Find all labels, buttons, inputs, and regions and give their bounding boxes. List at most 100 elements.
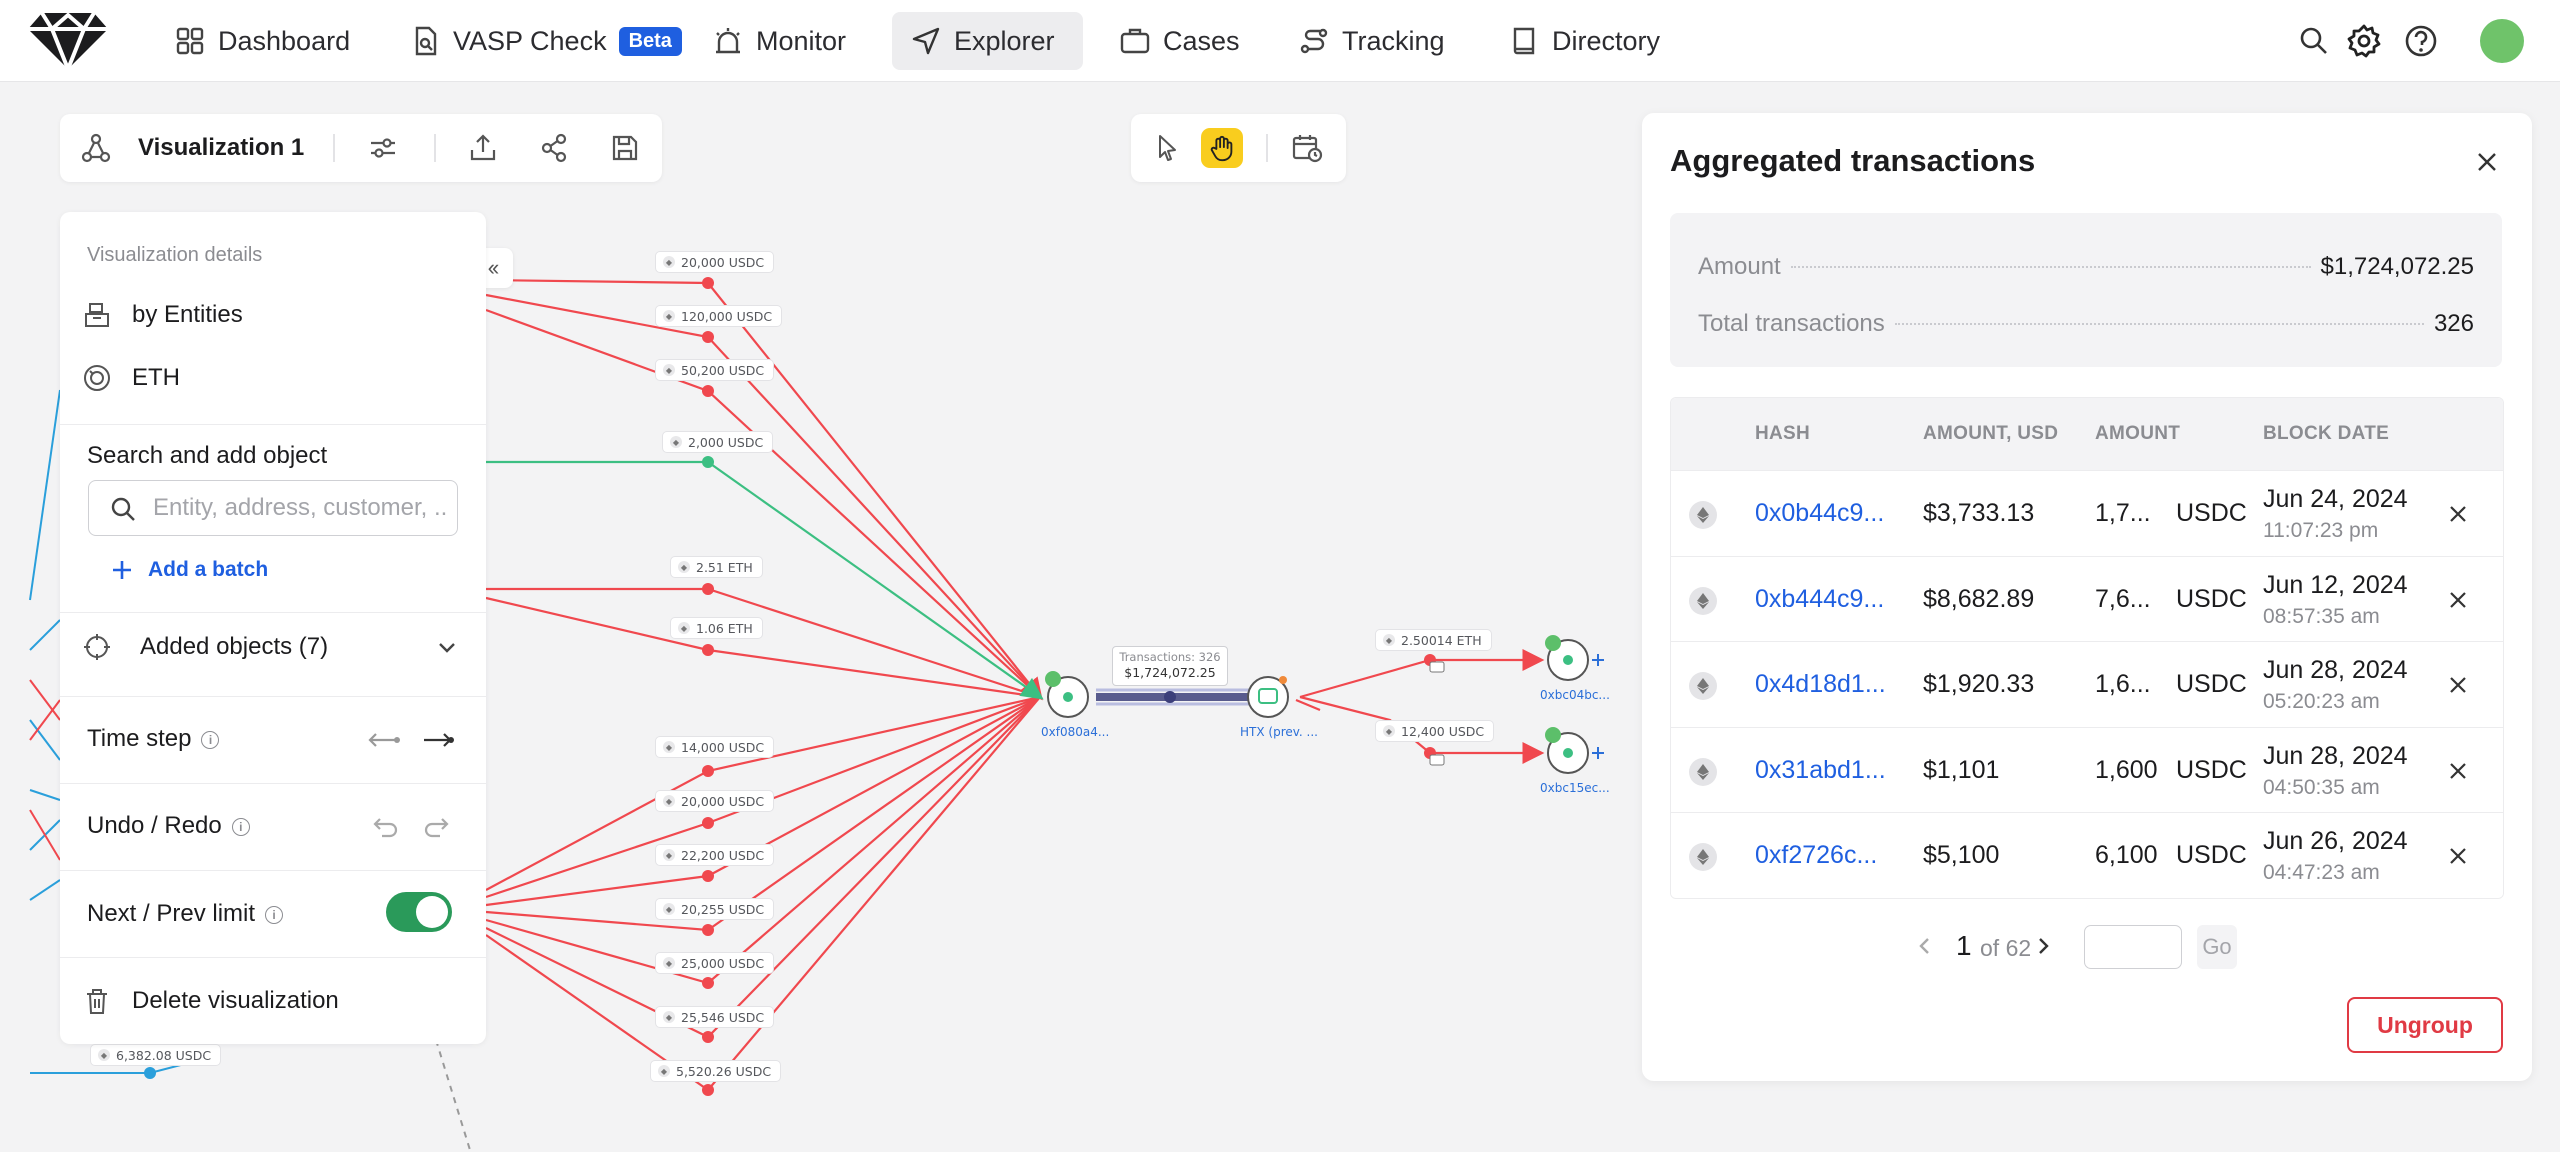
table-row[interactable]: 0xb444c9... $8,682.89 7,6... USDC Jun 12, 20… [1671,555,2503,641]
pointer-icon[interactable] [1151,132,1183,164]
save-icon[interactable] [609,132,641,164]
table-row[interactable]: 0x4d18d1... $1,920.33 1,6... USDC Jun 28, 20… [1671,641,2503,727]
tx-hash-link[interactable]: 0x0b44c9... [1755,499,1884,528]
edge-label[interactable]: ◆ 12,400 USDC [1375,720,1495,742]
column-hash[interactable]: HASH [1755,423,1810,445]
filter-icon[interactable] [367,132,399,164]
edge-label[interactable]: ◆ 20,255 USDC [655,898,775,920]
visualization-title[interactable]: Visualization 1 [138,134,304,162]
edge-label[interactable]: ◆ 1.06 ETH [670,617,763,639]
visualization-details-panel: Visualization details by Entities ETH Se… [60,212,486,1044]
edge-label[interactable]: ◆ 120,000 USDC [655,305,783,327]
edge-label[interactable]: ◆ 2,000 USDC [662,431,774,453]
hand-tool-button[interactable] [1201,128,1243,168]
table-row[interactable]: 0xf2726c... $5,100 6,100 USDC Jun 26, 2024 04… [1671,812,2503,898]
delete-visualization-button[interactable]: Delete visualization [82,986,339,1016]
close-icon[interactable] [2445,843,2471,869]
tx-amount: 1,6... [2095,670,2151,698]
search-input[interactable] [153,493,449,523]
go-button[interactable]: Go [2197,925,2237,969]
column-amount-usd[interactable]: AMOUNT, USD [1923,423,2058,445]
help-icon[interactable] [2402,22,2440,60]
group-by-row[interactable]: by Entities [82,300,243,330]
tx-amount-usd: $5,100 [1923,841,2000,869]
aggregate-edge-label[interactable]: Transactions: 326 $1,724,072.25 [1112,646,1228,686]
edge-label[interactable]: ◆ 2.50014 ETH [1375,629,1492,651]
added-objects-row[interactable]: Added objects (7) [82,632,472,662]
close-icon[interactable] [2445,501,2471,527]
eth-icon [1689,586,1717,615]
edge-label[interactable]: ◆ 14,000 USDC [655,736,775,758]
calendar-icon[interactable] [1291,132,1323,164]
gear-icon[interactable] [2345,22,2383,60]
share-icon[interactable] [538,132,570,164]
tx-amount-usd: $1,920.33 [1923,670,2035,698]
info-icon[interactable]: i [265,905,284,924]
edge-label[interactable]: ◆ 22,200 USDC [655,844,775,866]
step-forward-icon[interactable] [420,729,456,751]
node-label-htx[interactable]: HTX (prev. ... [1240,725,1318,739]
nav-vasp-check[interactable]: VASP Check Beta [391,12,700,70]
node-label-out2[interactable]: 0xbc15ec... [1540,781,1610,795]
node-label-out1[interactable]: 0xbc04bc... [1540,688,1610,702]
undo-icon[interactable] [370,814,400,840]
add-batch-button[interactable]: Add a batch [110,558,268,582]
table-row[interactable]: 0x31abd1... $1,101 1,600 USDC Jun 28, 2024 04… [1671,726,2503,812]
tx-hash-link[interactable]: 0xf2726c... [1755,841,1877,870]
nav-cases[interactable]: Cases [1101,12,1258,70]
edge-label[interactable]: ◆ 2.51 ETH [670,556,763,578]
tx-hash-link[interactable]: 0x4d18d1... [1755,670,1886,699]
avatar[interactable] [2480,19,2524,63]
nav-monitor[interactable]: Monitor [694,12,864,70]
nav-explorer[interactable]: Explorer [892,12,1083,70]
info-icon[interactable]: i [201,730,220,749]
tx-amount: 1,600 [2095,755,2158,784]
column-amount[interactable]: AMOUNT [2095,423,2180,445]
redo-icon[interactable] [422,814,452,840]
book-icon [1513,27,1535,55]
edge-label[interactable]: ◆ 20,000 USDC [655,790,775,812]
edge-label[interactable]: ◆ 20,000 USDC [655,251,775,273]
nav-directory[interactable]: Directory [1490,12,1678,70]
edge-label[interactable]: ◆ 25,000 USDC [655,952,775,974]
search-field[interactable] [88,480,458,536]
network-row[interactable]: ETH [82,363,180,393]
nav-label: Cases [1163,25,1240,56]
toggle-knob [416,896,448,928]
nav-dashboard[interactable]: Dashboard [156,12,368,70]
close-icon[interactable] [2445,672,2471,698]
node-label-source[interactable]: 0xf080a4... [1041,725,1109,739]
tx-currency: USDC [2176,499,2247,527]
edge-label[interactable]: ◆ 5,520.26 USDC [650,1060,782,1082]
table-row[interactable]: 0x0b44c9... $3,733.13 1,7... USDC Jun 24, 20… [1671,470,2503,556]
next-prev-limit-toggle[interactable] [386,892,452,932]
nav-tracking[interactable]: Tracking [1280,12,1463,70]
edge-label[interactable]: ◆ 6,382.08 USDC [90,1044,222,1066]
transactions-table: HASH AMOUNT, USD AMOUNT BLOCK DATE 0x0b4… [1670,397,2504,899]
close-icon[interactable] [2472,147,2502,177]
close-icon[interactable] [2445,587,2471,613]
visualization-icon[interactable] [80,132,112,164]
edge-label[interactable]: ◆ 50,200 USDC [655,359,775,381]
chevron-right-icon[interactable] [2030,933,2056,959]
eth-icon: ◆ [658,1065,670,1077]
search-label: Search and add object [87,442,328,469]
alarm-icon [716,28,740,54]
column-block-date[interactable]: BLOCK DATE [2263,423,2389,445]
chevron-left-icon[interactable] [1912,933,1938,959]
info-icon[interactable]: i [231,817,250,836]
logo-diamond-icon[interactable] [24,9,112,71]
tx-block-time: 05:20:23 am [2263,690,2380,713]
step-back-icon[interactable] [366,729,402,751]
time-step-label: Time step i [87,725,220,753]
ungroup-button[interactable]: Ungroup [2347,997,2503,1053]
divider [60,957,486,958]
tx-amount: 6,100 [2095,841,2158,869]
close-icon[interactable] [2445,758,2471,784]
search-icon[interactable] [2295,22,2333,60]
edge-label[interactable]: ◆ 25,546 USDC [655,1006,775,1028]
tx-hash-link[interactable]: 0x31abd1... [1755,756,1886,785]
tx-hash-link[interactable]: 0xb444c9... [1755,585,1884,614]
page-input[interactable] [2084,925,2182,969]
export-icon[interactable] [467,132,499,164]
